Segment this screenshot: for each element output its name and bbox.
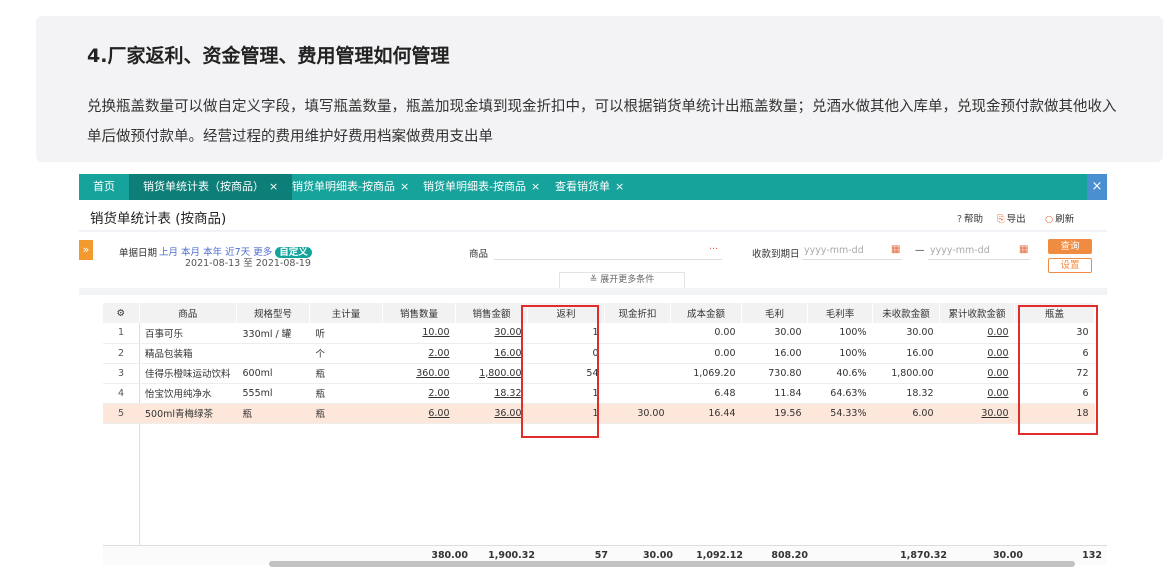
amount-link[interactable]: 30.00 <box>455 323 528 344</box>
close-all-tabs-button[interactable]: × <box>1087 174 1107 200</box>
col-goods[interactable]: 商品 <box>139 303 238 323</box>
due-date-start-underline <box>802 259 902 260</box>
tab-bar: 首页 销货单统计表（按商品） × 销货单明细表-按商品 × 销货单明细表-按商品 × … <box>79 174 1107 200</box>
qty-link[interactable]: 10.00 <box>382 323 456 344</box>
article-card: 4.厂家返利、资金管理、费用管理如何管理 兑换瓶盖数量可以做自定义字段，填写瓶盖… <box>36 16 1163 162</box>
goods-picker-icon[interactable]: ··· <box>709 244 718 255</box>
tab-sales-summary[interactable]: 销货单统计表（按商品） × <box>129 174 293 200</box>
filter-panel: » 单据日期 上月 本月 本年 近7天 更多 自定义 2021-08-13 至 … <box>79 232 1107 288</box>
export-button[interactable]: ⎘ 导出 <box>997 211 1026 225</box>
paid-link[interactable]: 30.00 <box>939 403 1015 424</box>
chevron-down-icon: ≚ <box>589 275 601 285</box>
calendar-icon[interactable]: ▦ <box>891 244 900 255</box>
due-date-end[interactable]: yyyy-mm-dd <box>930 245 990 256</box>
qty-link[interactable]: 2.00 <box>382 383 456 404</box>
col-amount[interactable]: 销售金额 <box>455 303 529 323</box>
qty-link[interactable]: 360.00 <box>382 363 456 384</box>
tab-view-sales-order[interactable]: 查看销货单 × <box>555 174 624 200</box>
col-qty[interactable]: 销售数量 <box>382 303 457 323</box>
page-header: 销货单统计表 (按商品) ? 帮助 ⎘ 导出 ○ 刷新 <box>79 200 1107 230</box>
close-icon[interactable]: × <box>615 180 624 193</box>
settings-icon[interactable]: ⚙ <box>103 303 140 323</box>
col-cost[interactable]: 成本金额 <box>670 303 743 323</box>
close-icon[interactable]: × <box>269 180 278 193</box>
date-separator: — <box>915 245 925 256</box>
paid-link[interactable]: 0.00 <box>939 323 1015 344</box>
goods-input[interactable] <box>494 259 722 260</box>
paid-link[interactable]: 0.00 <box>939 363 1015 384</box>
qty-link[interactable]: 6.00 <box>382 403 456 424</box>
expand-sidebar-button[interactable]: » <box>79 240 93 260</box>
paid-link[interactable]: 0.00 <box>939 383 1015 404</box>
expand-more-conditions[interactable]: ≚ 展开更多条件 <box>559 272 685 288</box>
due-date-label: 收款到期日 <box>752 249 800 260</box>
export-icon: ⎘ <box>997 214 1005 225</box>
sales-summary-table: ⚙ 商品 规格型号 主计量 销售数量 销售金额 返利 现金折扣 成本金额 毛利 … <box>103 303 1096 424</box>
amount-link[interactable]: 1,800.00 <box>455 363 528 384</box>
close-icon[interactable]: × <box>531 180 540 193</box>
calendar-icon[interactable]: ▦ <box>1019 244 1028 255</box>
tab-sales-detail-1[interactable]: 销货单明细表-按商品 × <box>292 174 409 200</box>
col-spec[interactable]: 规格型号 <box>236 303 311 323</box>
col-paid[interactable]: 累计收款金额 <box>939 303 1016 323</box>
paid-link[interactable]: 0.00 <box>939 343 1015 364</box>
horizontal-scrollbar[interactable] <box>269 561 1075 567</box>
tab-sales-detail-2[interactable]: 销货单明细表-按商品 × <box>423 174 540 200</box>
help-icon: ? <box>957 214 963 225</box>
settings-button[interactable]: 设置 <box>1048 258 1092 273</box>
col-cash-discount[interactable]: 现金折扣 <box>604 303 672 323</box>
col-profit[interactable]: 毛利 <box>741 303 809 323</box>
col-profit-rate[interactable]: 毛利率 <box>807 303 874 323</box>
rebate-column-highlight <box>521 305 599 438</box>
article-heading: 4.厂家返利、资金管理、费用管理如何管理 <box>87 45 450 67</box>
caps-column-highlight <box>1018 305 1098 435</box>
page-title: 销货单统计表 (按商品) <box>90 211 227 227</box>
due-date-end-underline <box>928 259 1030 260</box>
close-icon[interactable]: × <box>400 180 409 193</box>
col-unit[interactable]: 主计量 <box>309 303 384 323</box>
quick-last-month[interactable]: 上月 <box>159 247 178 258</box>
tab-home[interactable]: 首页 <box>93 174 115 200</box>
query-button[interactable]: 查询 <box>1048 239 1092 254</box>
refresh-icon: ○ <box>1045 214 1054 225</box>
help-button[interactable]: ? 帮助 <box>957 211 983 225</box>
refresh-button[interactable]: ○ 刷新 <box>1045 211 1074 225</box>
due-date-start[interactable]: yyyy-mm-dd <box>804 245 864 256</box>
qty-link[interactable]: 2.00 <box>382 343 456 364</box>
article-body: 兑换瓶盖数量可以做自定义字段，填写瓶盖数量，瓶盖加现金填到现金折扣中，可以根据销… <box>87 99 1117 145</box>
col-unpaid[interactable]: 未收款金额 <box>872 303 941 323</box>
amount-link[interactable]: 36.00 <box>455 403 528 424</box>
amount-link[interactable]: 16.00 <box>455 343 528 364</box>
goods-label: 商品 <box>469 249 489 260</box>
date-range: 2021-08-13 至 2021-08-19 <box>185 258 311 269</box>
amount-link[interactable]: 18.32 <box>455 383 528 404</box>
date-label: 单据日期 <box>119 248 158 259</box>
